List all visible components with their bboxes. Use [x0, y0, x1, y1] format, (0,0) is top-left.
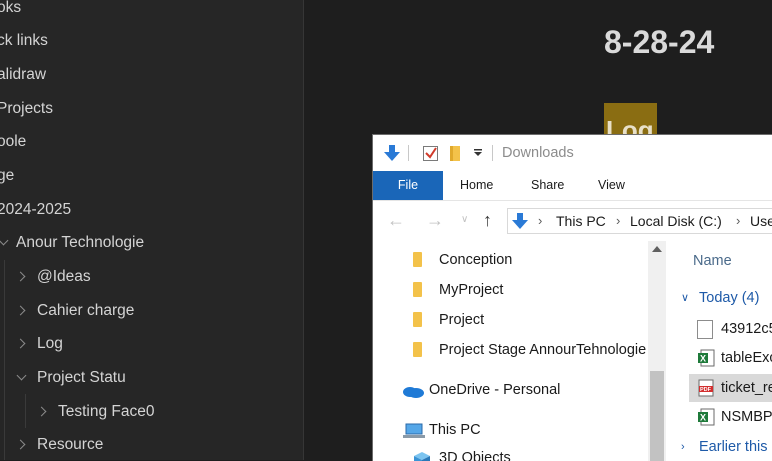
address-bar[interactable]: › This PC › Local Disk (C:) › Use [507, 208, 772, 234]
tree-item-2024-2025[interactable]: 2024-2025 [0, 195, 71, 225]
folder-icon [413, 282, 422, 297]
file-row-selected[interactable]: PDF ticket_re [689, 374, 772, 402]
group-label: Earlier this [699, 439, 768, 455]
chevron-right-icon[interactable] [15, 271, 26, 282]
tree-item-log[interactable]: Log [0, 329, 300, 359]
recent-locations-chevron-icon[interactable]: ∨ [461, 214, 468, 225]
nav-item-project-stage[interactable]: Project Stage AnnourTehnologie [413, 335, 649, 365]
tree-item-project-statu[interactable]: Project Statu [0, 363, 300, 393]
folder-icon [413, 252, 422, 267]
file-name: tableExc [721, 350, 772, 366]
tree-item-label: Projects [0, 100, 53, 117]
tree-item-ecole[interactable]: oole [0, 127, 26, 157]
file-explorer-window: Downloads File Home Share View ← → ∨ ↑ ›… [372, 134, 772, 461]
tree-item-label: @Ideas [37, 268, 91, 285]
toolbar-separator [492, 145, 493, 161]
group-label: Today (4) [699, 290, 760, 306]
tree-item-label: Anour Technologie [16, 234, 145, 251]
chevron-right-icon[interactable]: › [681, 433, 685, 461]
scroll-up-arrow-icon[interactable] [652, 246, 662, 252]
address-row: ← → ∨ ↑ › This PC › Local Disk (C:) › Us… [373, 201, 772, 241]
navigation-pane: Conception MyProject Project Project Sta… [373, 241, 666, 461]
breadcrumb-separator-icon: › [616, 213, 621, 228]
tree-item-label: Testing Face0 [58, 403, 155, 420]
breadcrumb-users[interactable]: Use [750, 209, 772, 233]
svg-text:PDF: PDF [700, 387, 712, 393]
folder-icon [413, 312, 422, 327]
toolbar-separator [408, 145, 409, 161]
tree-item-label: Log [37, 335, 63, 352]
window-title: Downloads [502, 145, 574, 161]
scrollbar-thumb[interactable] [650, 371, 664, 461]
nav-item-label: OneDrive - Personal [429, 382, 561, 398]
svg-text:X: X [700, 354, 706, 364]
nav-item-label: This PC [429, 422, 481, 438]
tree-item-resource[interactable]: Resource [0, 430, 300, 460]
chevron-right-icon[interactable] [15, 439, 26, 450]
ribbon-tabs: File Home Share View [373, 171, 772, 201]
nav-item-label: Project Stage AnnourTehnologie [439, 342, 647, 358]
tree-item-quick-links[interactable]: ck links [0, 26, 48, 56]
file-tree-sidebar: oks ck links alidraw Projects oole ge 20… [0, 0, 304, 460]
back-arrow-icon[interactable]: ← [387, 210, 405, 231]
chevron-right-icon[interactable] [15, 338, 26, 349]
svg-text:X: X [700, 413, 706, 423]
properties-check-icon[interactable] [422, 144, 440, 162]
tree-item-label: Project Statu [37, 369, 126, 386]
file-name: 43912c5 [721, 321, 772, 337]
nav-item-label: Project [439, 312, 485, 328]
excel-icon: X [698, 408, 715, 426]
tree-item-excalidraw[interactable]: alidraw [0, 60, 46, 90]
chevron-down-icon[interactable] [0, 235, 9, 246]
tree-item-projects[interactable]: Projects [0, 94, 53, 124]
navigation-scrollbar[interactable] [648, 241, 666, 461]
pdf-icon: PDF [698, 379, 714, 397]
breadcrumb-local-disk[interactable]: Local Disk (C:) [630, 209, 722, 233]
chevron-down-icon[interactable] [16, 370, 27, 381]
tree-item-testing-face0[interactable]: Testing Face0 [0, 397, 300, 427]
file-name: NSMBPF [721, 409, 772, 425]
title-bar: Downloads [373, 135, 772, 171]
onedrive-icon [403, 387, 424, 398]
forward-arrow-icon[interactable]: → [426, 210, 444, 231]
tree-item-label: 2024-2025 [0, 201, 72, 218]
downloads-location-icon [512, 213, 528, 229]
tab-view[interactable]: View [598, 171, 625, 200]
chevron-right-icon[interactable] [15, 305, 26, 316]
computer-icon [403, 423, 425, 438]
file-name: ticket_re [721, 380, 772, 396]
new-folder-icon[interactable] [447, 144, 463, 162]
breadcrumb-separator-icon: › [538, 213, 543, 228]
nav-item-label: Conception [439, 252, 513, 268]
tree-item-label: Resource [37, 436, 104, 453]
tree-item-stage[interactable]: ge [0, 161, 14, 191]
tree-item-label: alidraw [0, 66, 47, 83]
breadcrumb-separator-icon: › [736, 213, 741, 228]
tab-home[interactable]: Home [460, 171, 493, 200]
download-arrow-icon [384, 145, 400, 161]
tree-item-label: Cahier charge [37, 302, 135, 319]
chevron-down-icon[interactable]: ∨ [681, 284, 689, 312]
tab-share[interactable]: Share [531, 171, 564, 200]
up-arrow-icon[interactable]: ↑ [483, 210, 492, 231]
tree-item-label: ge [0, 167, 15, 184]
breadcrumb-this-pc[interactable]: This PC [556, 209, 606, 233]
chevron-right-icon[interactable] [36, 406, 47, 417]
excel-icon: X [698, 349, 715, 367]
tree-item-books[interactable]: oks [0, 0, 21, 23]
nav-item-label: MyProject [439, 282, 504, 298]
note-title: 8-28-24 [604, 24, 715, 60]
tree-item-label: ck links [0, 32, 48, 49]
file-list-pane: Name ∨ Today (4) 43912c5 X tableExc PDF … [667, 241, 772, 461]
quick-access-dropdown-icon[interactable] [473, 149, 483, 157]
tab-file[interactable]: File [373, 171, 443, 200]
tree-item-ideas[interactable]: @Ideas [0, 262, 300, 292]
nav-item-label: 3D Objects [439, 450, 511, 461]
tree-item-label: oks [0, 0, 22, 16]
tree-item-cahier-charge[interactable]: Cahier charge [0, 296, 300, 326]
tree-item-label: oole [0, 133, 27, 150]
column-header-name[interactable]: Name [693, 247, 732, 275]
folder-icon [413, 342, 422, 357]
file-icon [697, 320, 713, 339]
